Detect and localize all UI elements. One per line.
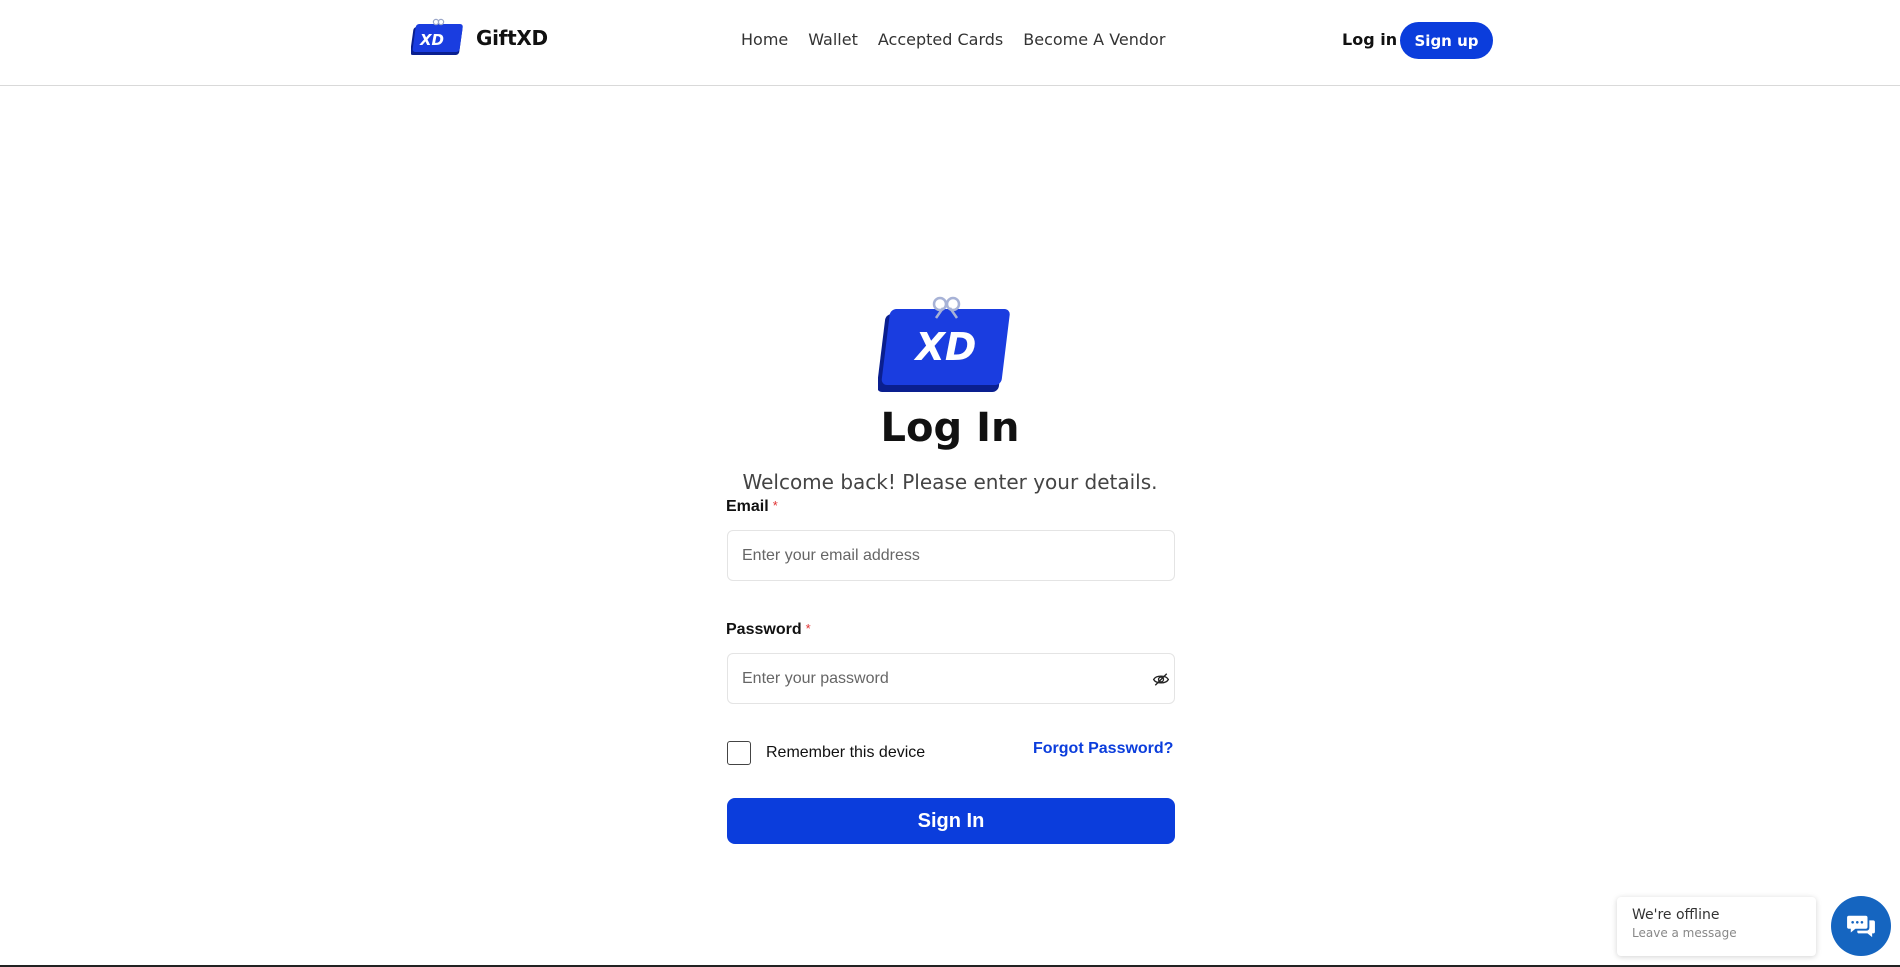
site-header: XD GiftXD Home Wallet Accepted Cards Bec… (0, 0, 1900, 86)
page-subtitle: Welcome back! Please enter your details. (742, 470, 1158, 494)
sign-in-button[interactable]: Sign In (727, 798, 1175, 844)
toggle-password-visibility-button[interactable] (1150, 670, 1172, 688)
giftxd-logo-icon: XD (411, 18, 463, 55)
chat-offline-bubble[interactable]: We're offline Leave a message (1617, 897, 1816, 956)
chat-leave-message-text: Leave a message (1632, 926, 1737, 940)
header-login-link[interactable]: Log in (1342, 30, 1397, 49)
brand-name: GiftXD (476, 26, 548, 50)
brand-logo[interactable]: XD GiftXD (411, 18, 548, 58)
nav-wallet[interactable]: Wallet (808, 30, 858, 49)
nav-home[interactable]: Home (741, 30, 788, 49)
required-marker: * (772, 498, 778, 513)
signup-button[interactable]: Sign up (1400, 22, 1493, 59)
chat-status-text: We're offline (1632, 907, 1720, 923)
main-nav: Home Wallet Accepted Cards Become A Vend… (741, 30, 1165, 49)
remember-device-label[interactable]: Remember this device (766, 744, 925, 762)
remember-device-checkbox[interactable] (727, 741, 751, 765)
giftxd-large-logo-icon: XD (878, 296, 1010, 392)
email-field[interactable] (727, 530, 1175, 581)
required-marker: * (805, 621, 811, 636)
nav-become-vendor[interactable]: Become A Vendor (1023, 30, 1165, 49)
password-field[interactable] (727, 653, 1175, 704)
password-label-text: Password (726, 621, 802, 638)
eye-slash-icon (1152, 672, 1170, 686)
chat-bubbles-icon (1847, 915, 1875, 938)
svg-text:XD: XD (419, 31, 444, 49)
forgot-password-link[interactable]: Forgot Password? (1033, 740, 1173, 758)
nav-accepted-cards[interactable]: Accepted Cards (878, 30, 1003, 49)
email-label: Email * (726, 498, 778, 516)
password-label: Password * (726, 621, 811, 639)
page-title: Log In (880, 405, 1020, 451)
email-label-text: Email (726, 498, 769, 515)
svg-text:XD: XD (914, 325, 977, 369)
chat-launcher-button[interactable] (1831, 896, 1891, 956)
